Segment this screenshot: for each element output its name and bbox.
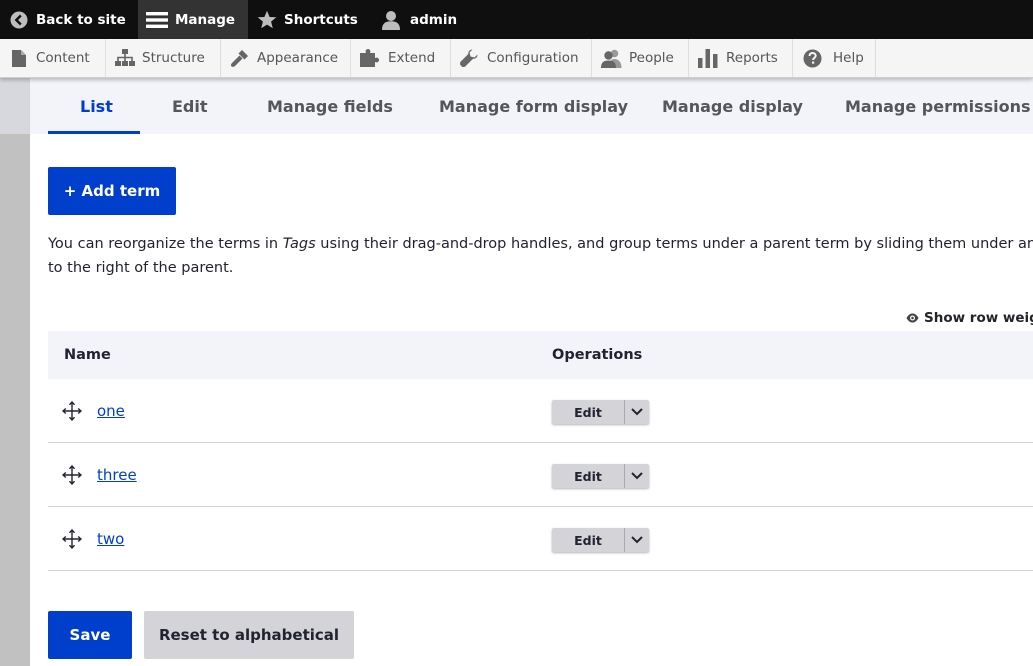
tray-item-structure[interactable]: Structure bbox=[106, 39, 221, 77]
eye-icon bbox=[906, 313, 919, 323]
term-link[interactable]: two bbox=[97, 507, 124, 571]
dropbutton-toggle[interactable] bbox=[624, 400, 649, 424]
edit-button[interactable]: Edit bbox=[552, 400, 624, 424]
sitemap-icon bbox=[115, 49, 135, 66]
show-row-weights-toggle[interactable]: Show row weigh bbox=[906, 308, 1033, 328]
chevron-down-icon bbox=[631, 536, 643, 544]
operations-dropbutton: Edit bbox=[552, 464, 649, 488]
table-header: Name Operations bbox=[48, 331, 1033, 379]
tray-label: People bbox=[629, 50, 674, 66]
shortcuts-tab[interactable]: Shortcuts bbox=[248, 0, 372, 39]
edit-button[interactable]: Edit bbox=[552, 528, 624, 552]
tab-list[interactable]: List bbox=[80, 78, 113, 134]
manage-tab[interactable]: Manage bbox=[138, 0, 248, 39]
active-tab-indicator bbox=[48, 131, 140, 134]
manage-label: Manage bbox=[175, 11, 236, 28]
column-header-operations: Operations bbox=[552, 347, 643, 363]
drag-handle-icon[interactable] bbox=[62, 401, 82, 421]
dropbutton-toggle[interactable] bbox=[624, 464, 649, 488]
tray-item-people[interactable]: People bbox=[592, 39, 689, 77]
dropbutton-toggle[interactable] bbox=[624, 528, 649, 552]
shortcuts-label: Shortcuts bbox=[284, 11, 358, 28]
tab-manage-permissions[interactable]: Manage permissions bbox=[845, 78, 1031, 134]
primary-tabs: List Edit Manage fields Manage form disp… bbox=[30, 78, 1033, 134]
drag-handle-icon[interactable] bbox=[62, 529, 82, 549]
bar-chart-icon bbox=[698, 48, 718, 68]
tray-label: Reports bbox=[726, 50, 778, 66]
operations-dropbutton: Edit bbox=[552, 528, 649, 552]
document-icon bbox=[12, 49, 26, 67]
edit-button[interactable]: Edit bbox=[552, 464, 624, 488]
table-row: one Edit bbox=[48, 379, 1033, 443]
column-header-name: Name bbox=[64, 347, 111, 363]
tray-item-appearance[interactable]: Appearance bbox=[221, 39, 351, 77]
tab-edit[interactable]: Edit bbox=[172, 78, 208, 134]
admin-toolbar: Back to site Manage Shortcuts admin bbox=[0, 0, 1033, 39]
chevron-down-icon bbox=[631, 408, 643, 416]
reorganize-help-text: You can reorganize the terms in Tags usi… bbox=[48, 232, 1033, 280]
user-tab[interactable]: admin bbox=[372, 0, 472, 39]
tray-label: Appearance bbox=[257, 50, 339, 66]
hamburger-icon bbox=[146, 11, 168, 28]
tab-manage-fields[interactable]: Manage fields bbox=[267, 78, 393, 134]
back-to-site-link[interactable]: Back to site bbox=[0, 0, 138, 39]
tray-item-configuration[interactable]: Configuration bbox=[451, 39, 592, 77]
table-row: two Edit bbox=[48, 507, 1033, 571]
user-icon bbox=[382, 10, 400, 30]
operations-dropbutton: Edit bbox=[552, 400, 649, 424]
term-link[interactable]: one bbox=[97, 379, 125, 443]
tray-label: Structure bbox=[142, 50, 205, 66]
help-icon bbox=[803, 49, 822, 67]
left-gutter-top bbox=[0, 78, 30, 134]
paintbrush-icon bbox=[230, 49, 248, 67]
admin-menu-tray: Content Structure Appearance Extend Conf… bbox=[0, 39, 1033, 78]
back-to-site-label: Back to site bbox=[36, 11, 126, 28]
star-icon bbox=[257, 10, 277, 28]
term-link[interactable]: three bbox=[97, 443, 137, 507]
left-gutter bbox=[0, 78, 30, 666]
vocabulary-name: Tags bbox=[282, 236, 316, 252]
back-arrow-icon bbox=[10, 11, 28, 28]
user-label: admin bbox=[410, 11, 458, 28]
people-icon bbox=[601, 49, 622, 68]
add-term-button[interactable]: + Add term bbox=[48, 167, 176, 215]
tab-manage-display[interactable]: Manage display bbox=[662, 78, 803, 134]
puzzle-icon bbox=[360, 48, 379, 67]
show-row-weights-label: Show row weigh bbox=[924, 310, 1033, 326]
reset-to-alphabetical-button[interactable]: Reset to alphabetical bbox=[144, 611, 354, 659]
chevron-down-icon bbox=[631, 472, 643, 480]
tray-label: Content bbox=[36, 50, 90, 66]
save-button[interactable]: Save bbox=[48, 611, 132, 659]
help-text-before: You can reorganize the terms in bbox=[48, 236, 283, 252]
tray-label: Help bbox=[833, 50, 864, 66]
tray-item-help[interactable]: Help bbox=[793, 39, 876, 77]
wrench-icon bbox=[460, 48, 478, 67]
table-row: three Edit bbox=[48, 443, 1033, 507]
tray-label: Extend bbox=[388, 50, 436, 66]
tray-item-extend[interactable]: Extend bbox=[351, 39, 451, 77]
tab-manage-form-display[interactable]: Manage form display bbox=[439, 78, 628, 134]
drag-handle-icon[interactable] bbox=[62, 465, 82, 485]
tray-label: Configuration bbox=[487, 50, 579, 66]
tray-item-reports[interactable]: Reports bbox=[689, 39, 793, 77]
tray-item-content[interactable]: Content bbox=[0, 39, 106, 77]
